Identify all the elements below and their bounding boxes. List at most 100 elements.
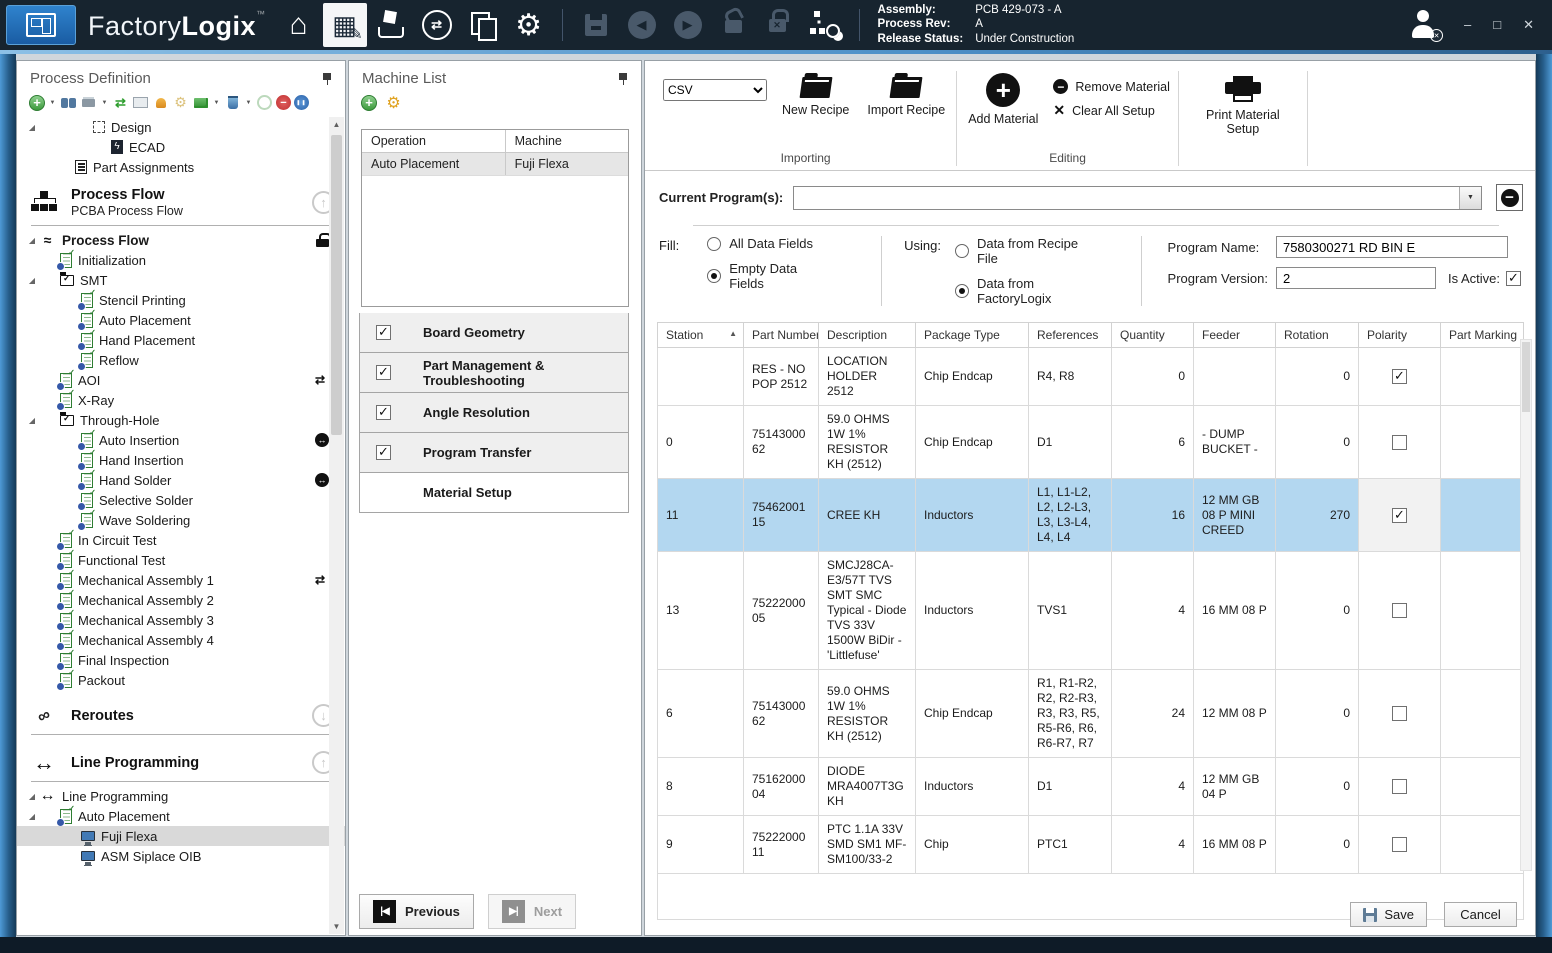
program-version-input[interactable] xyxy=(1276,267,1436,289)
process-flow-section-header[interactable]: Process Flow PCBA Process Flow ↑ xyxy=(17,179,345,222)
scroll-down-icon[interactable]: ▼ xyxy=(329,919,344,934)
station-header[interactable]: Station▲ xyxy=(658,323,744,348)
tree-item[interactable]: Mechanical Assembly 3 xyxy=(17,610,345,630)
tree-item[interactable]: Hand Insertion xyxy=(17,450,345,470)
material-row[interactable]: 9 7522200011 PTC 1.1A 33V SMD SM1 MF-SM1… xyxy=(658,816,1524,874)
tree-item[interactable]: Reflow xyxy=(17,350,345,370)
using-option[interactable]: Data from FactoryLogix xyxy=(955,276,1095,306)
polarity-header[interactable]: Polarity xyxy=(1359,323,1441,348)
section-checkbox[interactable] xyxy=(376,405,391,420)
material-row[interactable]: RES - NO POP 2512 LOCATION HOLDER 2512 C… xyxy=(658,348,1524,406)
setup-section-row[interactable]: Material Setup xyxy=(359,473,629,513)
radio-icon[interactable] xyxy=(955,244,969,258)
expander-icon[interactable] xyxy=(25,416,39,425)
tree-item[interactable]: ASM Siplace OIB xyxy=(17,846,345,866)
tree-item[interactable]: Auto Placement xyxy=(17,806,345,826)
scrollbar-vertical[interactable] xyxy=(1520,339,1532,871)
polarity-checkbox[interactable] xyxy=(1392,603,1407,618)
print-icon[interactable] xyxy=(80,94,97,111)
radio-icon[interactable] xyxy=(955,284,969,298)
section-checkbox[interactable] xyxy=(376,445,391,460)
tree-item[interactable]: Packout xyxy=(17,670,345,690)
polarity-checkbox[interactable] xyxy=(1392,435,1407,450)
radio-icon[interactable] xyxy=(707,269,721,283)
import-format-select[interactable]: CSV xyxy=(663,79,767,101)
tree-item[interactable]: Part Assignments xyxy=(17,157,345,177)
tree-item[interactable]: Process Flow xyxy=(17,230,345,250)
rotation-header[interactable]: Rotation xyxy=(1276,323,1359,348)
forward-icon[interactable] xyxy=(666,3,710,47)
refresh-icon[interactable] xyxy=(256,94,273,111)
tree-item[interactable]: Fuji Flexa xyxy=(17,826,345,846)
is-active-checkbox[interactable] xyxy=(1506,271,1521,286)
expander-icon[interactable] xyxy=(25,276,39,285)
pin-icon[interactable] xyxy=(617,72,629,86)
tree-item[interactable]: AOI xyxy=(17,370,345,390)
polarity-checkbox[interactable] xyxy=(1392,779,1407,794)
delete-icon[interactable] xyxy=(224,94,241,111)
transfer-icon[interactable] xyxy=(415,3,459,47)
back-icon[interactable] xyxy=(620,3,664,47)
scroll-thumb[interactable] xyxy=(331,135,342,435)
tree-item[interactable]: Final Inspection xyxy=(17,650,345,670)
scroll-thumb[interactable] xyxy=(1522,342,1530,412)
unlock-icon[interactable] xyxy=(712,3,756,47)
tree-item[interactable]: Functional Test xyxy=(17,550,345,570)
home-icon[interactable] xyxy=(277,3,321,47)
program-name-input[interactable] xyxy=(1276,236,1508,258)
print-material-setup-button[interactable]: Print Material Setup xyxy=(1197,71,1289,138)
machine-row[interactable]: Auto Placement Fuji Flexa xyxy=(362,153,628,176)
next-button[interactable]: ▶| Next xyxy=(488,894,576,929)
remove-material-button[interactable]: − Remove Material xyxy=(1053,79,1169,94)
dropdown-arrow-icon[interactable] xyxy=(244,94,253,111)
line-programming-section-header[interactable]: Line Programming ↑ xyxy=(17,737,345,778)
feeder-header[interactable]: Feeder xyxy=(1194,323,1276,348)
maximize-button[interactable]: □ xyxy=(1493,17,1501,33)
tree-item[interactable]: Auto Insertion xyxy=(17,430,345,450)
tree-item[interactable]: Stencil Printing xyxy=(17,290,345,310)
find-icon[interactable] xyxy=(60,94,77,111)
documents-icon[interactable] xyxy=(461,3,505,47)
tree-item[interactable]: In Circuit Test xyxy=(17,530,345,550)
current-programs-input[interactable] xyxy=(794,187,1459,209)
material-row[interactable]: 6 7514300062 59.0 OHMS 1W 1% RESISTOR KH… xyxy=(658,670,1524,758)
material-row[interactable]: 0 7514300062 59.0 OHMS 1W 1% RESISTOR KH… xyxy=(658,406,1524,479)
radio-icon[interactable] xyxy=(707,237,721,251)
setup-section-row[interactable]: Part Management & Troubleshooting xyxy=(359,353,629,393)
add-machine-icon[interactable] xyxy=(361,95,377,111)
new-recipe-button[interactable]: New Recipe xyxy=(779,71,852,119)
dropdown-arrow-icon[interactable] xyxy=(100,94,109,111)
tree-item[interactable]: Mechanical Assembly 1 xyxy=(17,570,345,590)
tree-item[interactable]: Through-Hole xyxy=(17,410,345,430)
presentation-icon[interactable] xyxy=(132,94,149,111)
lock-x-icon[interactable] xyxy=(758,3,802,47)
previous-button[interactable]: |◀ Previous xyxy=(359,894,474,929)
operation-column-header[interactable]: Operation xyxy=(362,130,506,152)
add-material-button[interactable]: + Add Material xyxy=(965,71,1041,128)
chevron-down-icon[interactable]: ▼ xyxy=(1459,187,1481,209)
user-logout-icon[interactable]: ✕ xyxy=(1408,10,1438,40)
setup-section-row[interactable]: Program Transfer xyxy=(359,433,629,473)
references-header[interactable]: References xyxy=(1029,323,1112,348)
tree-item[interactable]: ECAD xyxy=(17,137,345,157)
tree-item[interactable]: Auto Placement xyxy=(17,310,345,330)
tree-item[interactable]: X-Ray xyxy=(17,390,345,410)
process-search-icon[interactable] xyxy=(804,3,848,47)
minimize-button[interactable]: – xyxy=(1464,17,1471,33)
export-icon[interactable] xyxy=(192,94,209,111)
polarity-checkbox[interactable] xyxy=(1392,508,1407,523)
part-number-header[interactable]: Part Number xyxy=(744,323,819,348)
settings-gear-icon[interactable] xyxy=(507,3,551,47)
expander-icon[interactable] xyxy=(25,123,39,132)
remove-program-button[interactable]: − xyxy=(1496,184,1523,211)
remove-icon[interactable] xyxy=(276,95,291,110)
fill-option[interactable]: Empty Data Fields xyxy=(707,261,821,291)
save-button[interactable]: Save xyxy=(1350,902,1427,927)
material-row[interactable]: 13 7522200005 SMCJ28CA-E3/57T TVS SMT SM… xyxy=(658,552,1524,670)
tree-item[interactable]: Design xyxy=(17,117,345,137)
tree-item[interactable]: Hand Solder xyxy=(17,470,345,490)
tree-item[interactable]: SMT xyxy=(17,270,345,290)
pin-icon[interactable] xyxy=(321,72,333,86)
close-button[interactable]: ✕ xyxy=(1523,17,1534,33)
expander-icon[interactable] xyxy=(25,792,39,801)
